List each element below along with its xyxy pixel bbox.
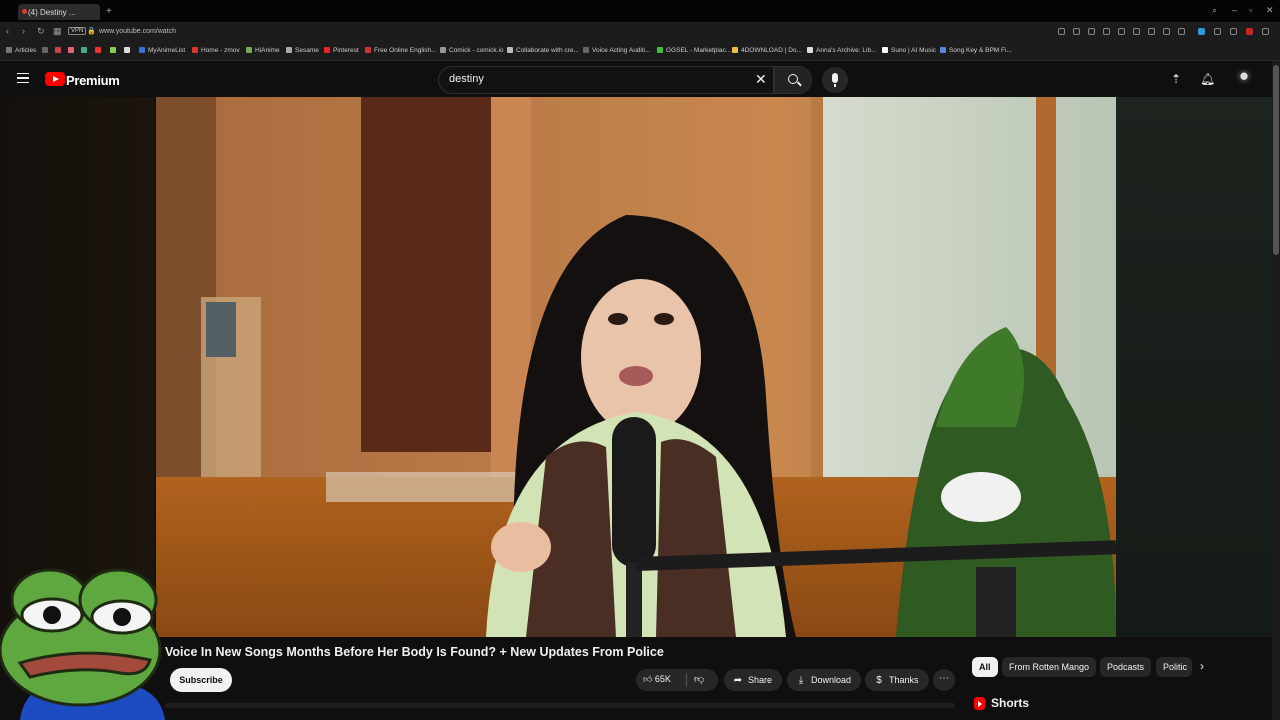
browser-search-tabs-icon[interactable]: ⌕	[1212, 5, 1217, 16]
ambient-backdrop	[1116, 97, 1272, 637]
like-button[interactable]: 👍︎ 65K	[643, 674, 671, 685]
x-icon[interactable]	[124, 47, 133, 54]
bookmark-item[interactable]: GGSEL - Marketplac...	[657, 47, 731, 54]
extension-icon[interactable]	[1178, 28, 1185, 35]
youtube-favicon-icon	[22, 9, 27, 14]
bookmark-item[interactable]: Suno | AI Music	[882, 47, 936, 54]
menu-icon[interactable]	[1163, 28, 1170, 35]
extension-icon[interactable]	[1198, 28, 1205, 35]
video-player[interactable]	[156, 97, 1116, 637]
chevron-right-icon[interactable]: ›	[1200, 659, 1204, 673]
upload-icon[interactable]: ⇡	[1171, 72, 1181, 86]
share-button[interactable]: ➦ Share	[724, 669, 783, 691]
minimize-icon[interactable]: –	[1232, 5, 1237, 15]
close-window-icon[interactable]: ✕	[1266, 5, 1274, 16]
extension-icon[interactable]	[1214, 28, 1221, 35]
share-icon: ➦	[733, 675, 743, 686]
bookmark-item[interactable]: Sesame	[286, 47, 319, 54]
download-button[interactable]: ⤓ Download	[787, 669, 862, 691]
extension-icon[interactable]	[1230, 28, 1237, 35]
extension-icon[interactable]	[1246, 28, 1253, 35]
extension-icon[interactable]	[1088, 28, 1095, 35]
bookmark-item[interactable]: Song Key & BPM Fi...	[940, 47, 1012, 54]
share-label: Share	[748, 675, 773, 685]
forward-icon[interactable]: ›	[22, 26, 25, 36]
bookmark-item[interactable]: Voice Acting Auditi...	[583, 47, 651, 54]
subscribe-button[interactable]: Subscribe	[170, 668, 232, 692]
download-label: Download	[811, 675, 852, 685]
thanks-label: Thanks	[889, 675, 919, 685]
video-title: Voice In New Songs Months Before Her Bod…	[165, 645, 664, 659]
extension-icon[interactable]	[1118, 28, 1125, 35]
chip-from-rotten-mango[interactable]: From Rotten Mango	[1002, 657, 1097, 677]
maximize-icon[interactable]: ▫	[1249, 5, 1252, 15]
bookmark-item[interactable]: Pinterest	[324, 47, 359, 54]
thanks-icon: $	[876, 675, 882, 686]
bookmark-item[interactable]: HiAnime	[246, 47, 280, 54]
video-frame-image	[156, 97, 1116, 637]
speed-dial-icon[interactable]: ▦	[53, 26, 62, 37]
thumbs-up-icon: 👍︎	[643, 674, 653, 684]
browser-tab-strip: (4) Destiny ... + ⌕ – ▫ ✕	[0, 0, 1280, 22]
bookmark-icon[interactable]	[110, 47, 119, 54]
dislike-button[interactable]: 👎︎	[694, 673, 704, 685]
browser-tab[interactable]: (4) Destiny ...	[18, 4, 100, 20]
bookmark-icon[interactable]	[81, 47, 90, 54]
bookmark-item[interactable]: Home - zmov	[192, 47, 240, 54]
extension-icon[interactable]	[1103, 28, 1110, 35]
new-tab-icon[interactable]: +	[106, 6, 112, 17]
back-icon[interactable]: ‹	[6, 26, 9, 36]
download-icon: ⤓	[798, 675, 804, 686]
heart-icon[interactable]	[1133, 28, 1140, 35]
search-button[interactable]	[774, 66, 812, 94]
vpn-badge[interactable]: VPN	[68, 27, 87, 35]
bookmark-icon[interactable]	[95, 47, 104, 54]
reload-icon[interactable]: ↻	[37, 26, 45, 37]
search-box[interactable]: ✕	[438, 66, 774, 94]
bookmark-icon[interactable]	[68, 47, 77, 54]
bookmarks-bar: Articles MyAnimeList Home - zmov HiAnime…	[0, 42, 1280, 61]
bookmark-icon[interactable]	[55, 47, 64, 54]
chip-podcasts[interactable]: Podcasts	[1100, 657, 1152, 677]
notifications-bell-icon[interactable]: 🔔︎	[1200, 72, 1215, 86]
search-icon	[788, 74, 798, 84]
bookmark-item[interactable]: Free Online English...	[365, 47, 437, 54]
like-dislike-group: 👍︎ 65K 👎︎	[636, 669, 718, 691]
description-preview-bar	[165, 703, 955, 708]
extension-icon[interactable]	[1262, 28, 1269, 35]
bookmark-item[interactable]: Collaborate with cre...	[507, 47, 579, 54]
thumbs-down-icon: 👎︎	[694, 674, 705, 685]
voice-search-button[interactable]	[822, 67, 848, 93]
download-icon[interactable]	[1148, 28, 1155, 35]
lock-icon[interactable]: 🔒	[87, 27, 96, 35]
browser-tab-title: (4) Destiny ...	[28, 8, 76, 17]
youtube-logo-icon[interactable]	[45, 72, 65, 86]
youtube-header: Premium ✕ ⇡ 🔔︎	[0, 61, 1272, 97]
premium-brand[interactable]: Premium	[66, 73, 120, 88]
pepe-frog-overlay-icon	[0, 568, 165, 720]
url-field[interactable]: www.youtube.com/watch	[99, 28, 176, 35]
thanks-button[interactable]: $ Thanks	[865, 669, 929, 691]
hamburger-menu-icon[interactable]	[17, 73, 29, 83]
chip-all[interactable]: All	[972, 657, 998, 677]
address-bar: ‹ › ↻ ▦ VPN 🔒 www.youtube.com/watch	[0, 22, 1280, 42]
chip-politics[interactable]: Politic	[1156, 657, 1192, 677]
shorts-heading: Shorts	[991, 696, 1030, 710]
extension-icon[interactable]	[1058, 28, 1065, 35]
microphone-icon	[832, 73, 838, 83]
bookmark-item[interactable]: Anna's Archive: Lib...	[807, 47, 877, 54]
bookmark-item[interactable]: 4DOWNLOAD | Do...	[732, 47, 802, 54]
clear-search-icon[interactable]: ✕	[755, 71, 767, 88]
bookmark-item[interactable]: Articles	[6, 47, 36, 54]
extension-icon[interactable]	[1073, 28, 1080, 35]
search-input[interactable]	[449, 73, 749, 85]
bookmark-item[interactable]: Comick - comick.io	[440, 47, 504, 54]
shorts-icon	[974, 697, 985, 710]
more-actions-button[interactable]: ⋯	[933, 669, 955, 691]
like-count: 65K	[654, 674, 671, 684]
bookmark-item[interactable]: MyAnimeList	[139, 47, 185, 54]
avatar[interactable]	[1235, 69, 1253, 87]
bookmark-icon[interactable]	[42, 47, 51, 54]
page-scrollbar[interactable]	[1272, 61, 1280, 720]
